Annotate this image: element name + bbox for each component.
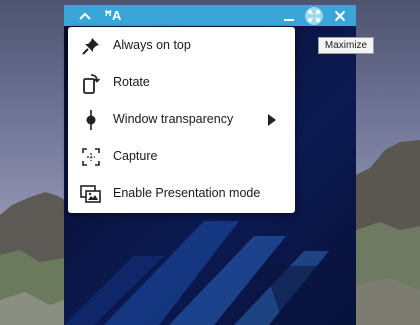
pin-icon: [80, 35, 102, 57]
transparency-icon: [80, 109, 102, 131]
close-button[interactable]: [330, 5, 350, 26]
minimize-button[interactable]: [280, 5, 298, 26]
collapse-button[interactable]: [74, 5, 96, 26]
menu-item-label: Window transparency: [113, 112, 234, 126]
font-size-button[interactable]: ꟸA: [102, 5, 124, 26]
menu-item-rotate[interactable]: Rotate: [68, 64, 295, 101]
tooltip-text: Maximize: [324, 40, 368, 51]
presentation-mode-icon: [80, 183, 102, 205]
rotate-icon: [80, 72, 102, 94]
window-titlebar: ꟸA: [64, 5, 356, 26]
menu-item-always-on-top[interactable]: Always on top: [68, 27, 295, 64]
submenu-arrow-icon: [268, 114, 276, 126]
close-icon: [334, 10, 346, 21]
menu-item-label: Capture: [113, 149, 158, 163]
menu-item-label: Rotate: [113, 75, 150, 89]
chevron-up-icon: [79, 12, 91, 20]
maximize-icon: [308, 9, 320, 22]
capture-icon: [80, 146, 102, 168]
context-menu: Always on top Rotate Window transparency: [68, 27, 295, 213]
font-size-icon: ꟸA: [104, 7, 122, 23]
menu-item-window-transparency[interactable]: Window transparency: [68, 101, 295, 138]
minimize-icon: [284, 18, 294, 21]
menu-item-label: Always on top: [113, 38, 191, 52]
menu-item-capture[interactable]: Capture: [68, 138, 295, 175]
maximize-button[interactable]: [304, 5, 324, 26]
menu-item-enable-presentation-mode[interactable]: Enable Presentation mode: [68, 175, 295, 212]
menu-item-label: Enable Presentation mode: [113, 186, 261, 200]
maximize-tooltip: Maximize: [318, 37, 374, 54]
